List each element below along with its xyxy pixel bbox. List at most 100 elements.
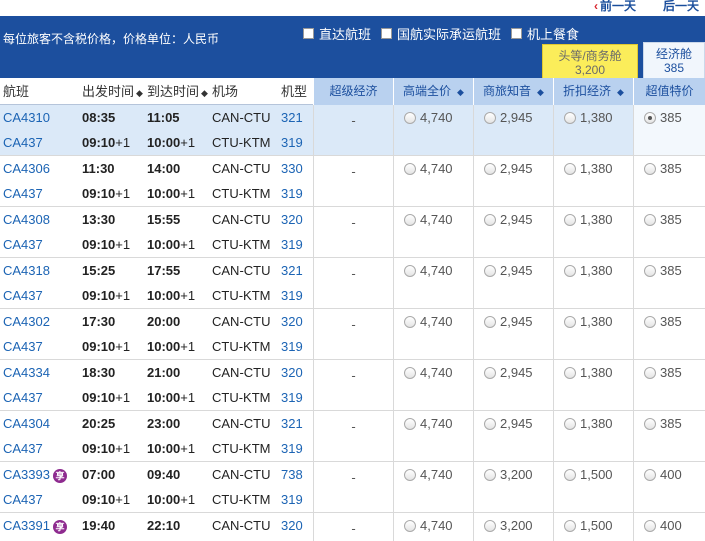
fare-option[interactable]: 400 [644, 518, 682, 533]
aircraft-model-link[interactable]: 319 [281, 130, 303, 155]
fare-option[interactable]: 1,500 [564, 467, 613, 482]
fare-option[interactable]: 385 [644, 365, 682, 380]
fare-option[interactable]: 385 [644, 212, 682, 227]
aircraft-model-link[interactable]: 738 [281, 462, 303, 487]
aircraft-model-link[interactable]: 319 [281, 385, 303, 410]
fare-option[interactable]: 1,380 [564, 161, 613, 176]
fare-radio[interactable] [484, 162, 496, 175]
fare-radio[interactable] [564, 315, 576, 328]
aircraft-model-link[interactable]: 319 [281, 334, 303, 359]
fare-radio[interactable] [484, 366, 496, 379]
flight-number-link[interactable]: CA3393 享 [3, 462, 67, 487]
fare-option[interactable]: 1,380 [564, 263, 613, 278]
flight-number-link[interactable]: CA437 [3, 487, 43, 512]
aircraft-model-link[interactable]: 321 [281, 411, 303, 436]
filter-meal[interactable]: 机上餐食 [511, 24, 579, 43]
flight-number-link[interactable]: CA4334 [3, 360, 50, 385]
fare-radio[interactable] [484, 213, 496, 226]
fare-radio[interactable] [644, 366, 656, 379]
fare-radio[interactable] [404, 417, 416, 430]
filter-direct[interactable]: 直达航班 [303, 24, 371, 43]
fare-option[interactable]: 3,200 [484, 467, 533, 482]
fare-option[interactable]: 2,945 [484, 314, 533, 329]
aircraft-model-link[interactable]: 320 [281, 360, 303, 385]
flight-number-link[interactable]: CA4304 [3, 411, 50, 436]
fare-radio[interactable] [644, 468, 656, 481]
fare-radio[interactable] [404, 519, 416, 532]
fare-option[interactable]: 385 [644, 314, 682, 329]
fare-radio[interactable] [644, 417, 656, 430]
aircraft-model-link[interactable]: 330 [281, 156, 303, 181]
fare-radio[interactable] [404, 162, 416, 175]
fare-option[interactable]: 1,380 [564, 110, 613, 125]
fare-option[interactable]: 385 [644, 110, 682, 125]
fare-radio[interactable] [564, 468, 576, 481]
fare-radio[interactable] [564, 366, 576, 379]
fare-option[interactable]: 4,740 [404, 161, 453, 176]
prev-day-link[interactable]: ‹ 前一天 [594, 0, 636, 14]
fare-radio[interactable] [484, 417, 496, 430]
fare-radio[interactable] [484, 111, 496, 124]
col-dep-time[interactable]: 出发时间 ◆ [82, 78, 143, 105]
flight-number-link[interactable]: CA4310 [3, 105, 50, 130]
flight-number-link[interactable]: CA437 [3, 130, 43, 155]
fare-option[interactable]: 1,380 [564, 212, 613, 227]
cabin-tab-first-business[interactable]: 头等/商务舱 3,200 [542, 44, 638, 78]
fare-option[interactable]: 4,740 [404, 518, 453, 533]
checkbox-meal[interactable] [511, 28, 523, 39]
fare-option[interactable]: 385 [644, 161, 682, 176]
fare-radio[interactable] [484, 315, 496, 328]
col-fare-business-club[interactable]: 商旅知音 ◆ [473, 78, 553, 105]
fare-radio[interactable] [564, 519, 576, 532]
aircraft-model-link[interactable]: 319 [281, 283, 303, 308]
fare-option[interactable]: 2,945 [484, 416, 533, 431]
fare-radio[interactable] [404, 315, 416, 328]
cabin-tab-economy[interactable]: 经济舱 385 [643, 42, 705, 78]
flight-number-link[interactable]: CA4306 [3, 156, 50, 181]
flight-number-link[interactable]: CA437 [3, 232, 43, 257]
col-arr-time[interactable]: 到达时间 ◆ [147, 78, 208, 105]
fare-radio[interactable] [564, 162, 576, 175]
checkbox-direct[interactable] [303, 28, 314, 39]
fare-option[interactable]: 2,945 [484, 263, 533, 278]
fare-radio[interactable] [404, 468, 416, 481]
fare-radio[interactable] [404, 366, 416, 379]
fare-option[interactable]: 4,740 [404, 314, 453, 329]
next-day-link[interactable]: 后一天 [663, 0, 699, 14]
flight-number-link[interactable]: CA437 [3, 181, 43, 206]
filter-operated[interactable]: 国航实际承运航班 [381, 24, 501, 43]
aircraft-model-link[interactable]: 320 [281, 513, 303, 538]
aircraft-model-link[interactable]: 319 [281, 487, 303, 512]
aircraft-model-link[interactable]: 320 [281, 207, 303, 232]
flight-number-link[interactable]: CA437 [3, 436, 43, 461]
flight-number-link[interactable]: CA4302 [3, 309, 50, 334]
fare-radio[interactable] [644, 111, 656, 124]
fare-option[interactable]: 385 [644, 416, 682, 431]
aircraft-model-link[interactable]: 320 [281, 309, 303, 334]
fare-radio[interactable] [564, 213, 576, 226]
flight-number-link[interactable]: CA437 [3, 334, 43, 359]
fare-option[interactable]: 2,945 [484, 161, 533, 176]
fare-option[interactable]: 4,740 [404, 212, 453, 227]
fare-radio[interactable] [644, 162, 656, 175]
flight-number-link[interactable]: CA4318 [3, 258, 50, 283]
fare-option[interactable]: 2,945 [484, 365, 533, 380]
fare-radio[interactable] [484, 468, 496, 481]
fare-option[interactable]: 2,945 [484, 212, 533, 227]
flight-number-link[interactable]: CA437 [3, 283, 43, 308]
fare-radio[interactable] [564, 264, 576, 277]
fare-radio[interactable] [644, 519, 656, 532]
flight-number-link[interactable]: CA3391 享 [3, 513, 67, 538]
col-fare-special[interactable]: 超值特价 [633, 78, 705, 105]
col-fare-super-economy[interactable]: 超级经济 [313, 78, 393, 105]
aircraft-model-link[interactable]: 319 [281, 232, 303, 257]
col-fare-discount[interactable]: 折扣经济 ◆ [553, 78, 633, 105]
fare-option[interactable]: 2,945 [484, 110, 533, 125]
fare-option[interactable]: 4,740 [404, 263, 453, 278]
fare-option[interactable]: 1,500 [564, 518, 613, 533]
fare-radio[interactable] [404, 213, 416, 226]
fare-radio[interactable] [644, 264, 656, 277]
aircraft-model-link[interactable]: 321 [281, 105, 303, 130]
checkbox-operated[interactable] [381, 28, 393, 39]
fare-radio[interactable] [564, 417, 576, 430]
